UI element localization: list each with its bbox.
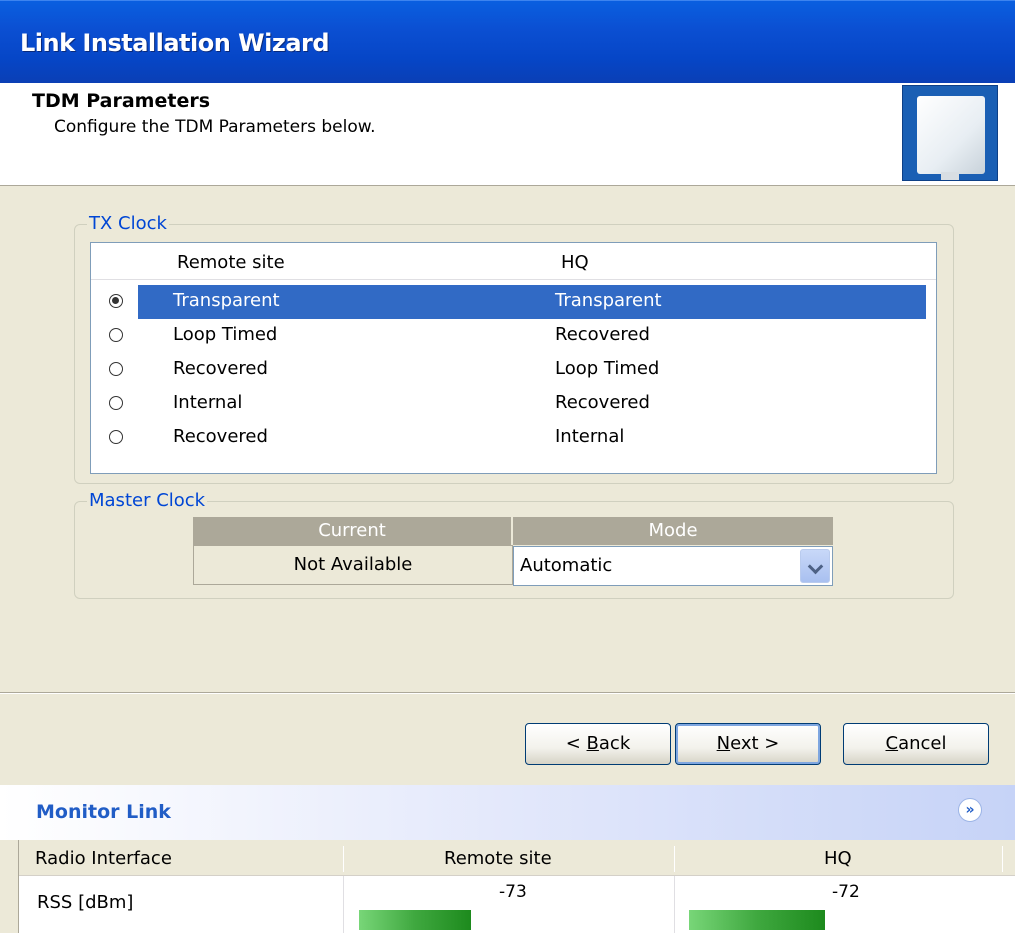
column-header-mode: Mode [513, 517, 833, 545]
page-title: TDM Parameters [32, 90, 211, 112]
tx-clock-row[interactable]: Internal Recovered [91, 387, 936, 421]
chevron-double-up-icon[interactable]: » [958, 798, 982, 822]
antenna-panel-icon [902, 85, 998, 181]
title-bar: Link Installation Wizard [0, 0, 1015, 83]
tx-clock-row[interactable]: Recovered Internal [91, 421, 936, 455]
cancel-button[interactable]: Cancel [843, 723, 989, 765]
tx-clock-radio[interactable] [109, 362, 123, 376]
column-header-remote-site: Remote site [444, 848, 552, 869]
wizard-header: TDM Parameters Configure the TDM Paramet… [0, 83, 1015, 186]
mode-select-value: Automatic [520, 555, 613, 576]
master-clock-legend: Master Clock [87, 490, 208, 512]
tx-clock-radio[interactable] [109, 396, 123, 410]
column-header-radio-interface: Radio Interface [35, 848, 172, 869]
tx-clock-row[interactable]: Transparent Transparent [91, 285, 936, 319]
chevron-down-icon[interactable] [800, 549, 830, 583]
column-header-hq[interactable]: HQ [561, 252, 589, 273]
column-header-hq: HQ [824, 848, 852, 869]
remote-site-cell: Recovered [173, 358, 268, 379]
divider [0, 692, 1015, 694]
hq-cell: Transparent [555, 290, 662, 311]
remote-site-cell: Internal [173, 392, 243, 413]
column-header-remote-site[interactable]: Remote site [177, 252, 285, 273]
mode-select[interactable]: Automatic [513, 546, 833, 586]
monitor-table-header: Radio Interface Remote site HQ [19, 840, 1015, 876]
tx-clock-radio[interactable] [109, 328, 123, 342]
window-title: Link Installation Wizard [20, 29, 330, 57]
remote-site-cell: Recovered [173, 426, 268, 447]
hq-rss-bar [689, 910, 825, 930]
hq-cell: Loop Timed [555, 358, 660, 379]
hq-cell: Recovered [555, 324, 650, 345]
tx-clock-row[interactable]: Recovered Loop Timed [91, 353, 936, 387]
tx-clock-radio[interactable] [109, 294, 123, 308]
current-clock-value: Not Available [193, 545, 513, 585]
rss-row: RSS [dBm] -73 -72 [19, 876, 1015, 933]
rss-label: RSS [dBm] [37, 892, 134, 913]
tx-clock-list[interactable]: Remote site HQ Transparent Transparent L… [90, 242, 937, 474]
column-header-current: Current [193, 517, 511, 545]
hq-cell: Internal [555, 426, 625, 447]
tx-clock-list-header: Remote site HQ [91, 243, 936, 280]
tx-clock-legend: TX Clock [87, 213, 169, 235]
remote-rss-value: -73 [499, 882, 527, 902]
page-subtitle: Configure the TDM Parameters below. [54, 117, 376, 137]
tx-clock-radio[interactable] [109, 430, 123, 444]
monitor-link-table: Radio Interface Remote site HQ RSS [dBm]… [18, 840, 1015, 933]
hq-cell: Recovered [555, 392, 650, 413]
monitor-link-header[interactable]: Monitor Link » [0, 785, 1015, 840]
back-button[interactable]: < Back [525, 723, 671, 765]
remote-site-cell: Loop Timed [173, 324, 278, 345]
monitor-link-title: Monitor Link [36, 801, 171, 823]
next-button[interactable]: Next > [675, 723, 821, 765]
tx-clock-row[interactable]: Loop Timed Recovered [91, 319, 936, 353]
remote-rss-bar [359, 910, 471, 930]
hq-rss-value: -72 [832, 882, 860, 902]
remote-site-cell: Transparent [173, 290, 280, 311]
